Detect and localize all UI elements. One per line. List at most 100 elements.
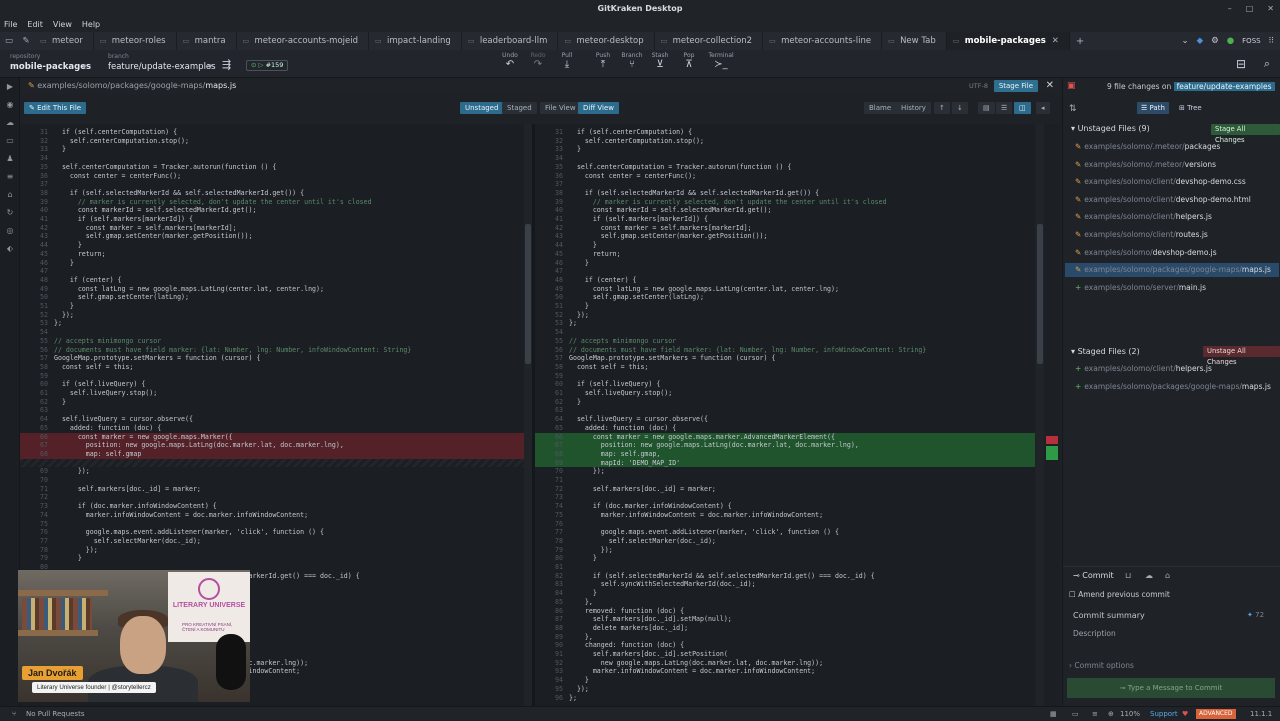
unstaged-toggle[interactable]: Unstaged: [460, 102, 504, 114]
support-link[interactable]: Support: [1150, 707, 1178, 721]
user-icon[interactable]: ♟: [5, 154, 15, 164]
code-line[interactable]: 44 }: [535, 241, 1035, 250]
code-line[interactable]: 41 if (self.markers[markerId]) {: [20, 215, 524, 224]
code-line[interactable]: 33 }: [535, 145, 1035, 154]
commit-icon-2[interactable]: ☁: [1145, 571, 1153, 580]
code-line[interactable]: 72: [20, 493, 524, 502]
tools-icon[interactable]: ✎: [18, 36, 34, 46]
commit-button[interactable]: ⊸ Type a Message to Commit: [1067, 678, 1275, 698]
commit-icon-3[interactable]: ⌂: [1165, 571, 1170, 580]
code-line[interactable]: [20, 458, 524, 468]
diff-right-pane[interactable]: 31 if (self.centerComputation) {32 self.…: [535, 124, 1035, 706]
code-line[interactable]: 41 if (self.markers[markerId]) {: [535, 215, 1035, 224]
maximize-button[interactable]: □: [1246, 0, 1254, 18]
code-line[interactable]: 33 }: [20, 145, 524, 154]
code-line[interactable]: 51 }: [535, 302, 1035, 311]
code-line[interactable]: 64 self.liveQuery = cursor.observe({: [535, 415, 1035, 424]
push-button[interactable]: Push ⤒: [589, 52, 617, 71]
code-line[interactable]: 36 const center = centerFunc();: [535, 172, 1035, 181]
code-line[interactable]: 63: [535, 406, 1035, 415]
unstaged-file-item[interactable]: ✎ examples/solomo/devshop-demo.js: [1075, 248, 1217, 257]
code-line[interactable]: 43 self.gmap.setCenter(marker.getPositio…: [535, 232, 1035, 241]
code-line[interactable]: 93 marker.infoWindowContent = doc.marker…: [535, 667, 1035, 676]
next-change-icon[interactable]: ↓: [952, 102, 968, 114]
code-line[interactable]: 48 if (center) {: [20, 276, 524, 285]
code-line[interactable]: 71: [535, 476, 1035, 485]
added-code-line[interactable]: 66 const marker = new google.maps.marker…: [535, 432, 1035, 442]
code-line[interactable]: 77 self.selectMarker(doc._id);: [20, 537, 524, 546]
code-line[interactable]: 73 if (doc.marker.infoWindowContent) {: [20, 502, 524, 511]
close-window-button[interactable]: ✕: [1267, 0, 1274, 18]
tab-impact-landing[interactable]: ▭ impact-landing: [369, 32, 462, 50]
code-line[interactable]: 75: [20, 520, 524, 529]
code-line[interactable]: 55 // accepts minimongo cursor: [20, 337, 524, 346]
terminal-button[interactable]: Terminal ≻_: [707, 52, 735, 71]
code-line[interactable]: 86 removed: function (doc) {: [535, 607, 1035, 616]
code-line[interactable]: 43 self.gmap.setCenter(marker.getPositio…: [20, 232, 524, 241]
code-line[interactable]: 46 }: [535, 259, 1035, 268]
code-line[interactable]: 81: [535, 563, 1035, 572]
branch-button[interactable]: Branch ⑂: [618, 52, 646, 71]
code-line[interactable]: 76 google.maps.event.addListener(marker,…: [20, 528, 524, 537]
code-line[interactable]: 47: [20, 267, 524, 276]
stash-button[interactable]: Stash ⊻: [646, 52, 674, 71]
layers-icon[interactable]: ≡: [1092, 707, 1098, 721]
code-line[interactable]: 45 return;: [20, 250, 524, 259]
code-line[interactable]: 54: [535, 328, 1035, 337]
branch-actions-icon[interactable]: ⇶: [222, 58, 231, 71]
commit-summary-input[interactable]: Commit summary: [1073, 611, 1145, 620]
code-line[interactable]: 50 self.gmap.setCenter(latLng);: [535, 293, 1035, 302]
code-line[interactable]: 35 self.centerComputation = Tracker.auto…: [20, 163, 524, 172]
code-line[interactable]: 39 // marker is currently selected, don'…: [20, 198, 524, 207]
folder-icon[interactable]: ▭: [0, 36, 18, 46]
code-line[interactable]: 37: [535, 180, 1035, 189]
org-name[interactable]: FOSS: [1242, 32, 1260, 50]
code-line[interactable]: 42 const marker = self.markers[markerId]…: [20, 224, 524, 233]
code-line[interactable]: 61 self.liveQuery.stop();: [535, 389, 1035, 398]
code-line[interactable]: 51 }: [20, 302, 524, 311]
code-line[interactable]: 40 const markerId = self.selectedMarkerI…: [535, 206, 1035, 215]
left-scrollbar[interactable]: [524, 124, 532, 706]
history-button[interactable]: History: [896, 102, 931, 114]
code-line[interactable]: 61 self.liveQuery.stop();: [20, 389, 524, 398]
unstage-all-button[interactable]: Unstage All Changes: [1203, 346, 1280, 366]
code-line[interactable]: 56 // documents must have field marker: {…: [535, 346, 1035, 355]
stack-icon[interactable]: ≡: [5, 172, 15, 182]
staged-file-item[interactable]: + examples/solomo/packages/google-maps/ma…: [1075, 382, 1271, 391]
fullscreen-icon[interactable]: ◂: [1036, 102, 1050, 114]
code-line[interactable]: 52 });: [20, 311, 524, 320]
code-line[interactable]: 76: [535, 520, 1035, 529]
pull-requests-status[interactable]: No Pull Requests: [26, 707, 84, 721]
code-line[interactable]: 82 if (self.selectedMarkerId && self.sel…: [535, 572, 1035, 581]
right-scroll-thumb[interactable]: [1037, 224, 1043, 364]
code-line[interactable]: 90 changed: function (doc) {: [535, 641, 1035, 650]
code-line[interactable]: 79 }: [20, 554, 524, 563]
deleted-code-line[interactable]: 66 const marker = new google.maps.Marker…: [20, 432, 524, 442]
code-line[interactable]: 75 marker.infoWindowContent = doc.marker…: [535, 511, 1035, 520]
cloud-icon[interactable]: ☁: [5, 118, 15, 128]
branch-chevron-icon[interactable]: ▾: [208, 62, 212, 72]
tab-meteor-collection2[interactable]: ▭ meteor-collection2: [655, 32, 764, 50]
tab-meteor[interactable]: ▭ meteor: [34, 32, 94, 50]
stage-all-button[interactable]: Stage All Changes: [1211, 124, 1280, 144]
view-options-icon[interactable]: ⇅: [1069, 104, 1077, 114]
inline-view-icon[interactable]: ▤: [978, 102, 995, 114]
code-line[interactable]: 53};: [535, 319, 1035, 328]
code-line[interactable]: 65 added: function (doc) {: [535, 424, 1035, 433]
code-line[interactable]: 77 google.maps.event.addListener(marker,…: [535, 528, 1035, 537]
encoding-label[interactable]: UTF-8: [969, 78, 988, 94]
code-line[interactable]: 34: [20, 154, 524, 163]
file-view-toggle[interactable]: File View: [540, 102, 581, 114]
terminal-status-icon[interactable]: ▭: [1072, 707, 1079, 721]
unstaged-file-item[interactable]: ✎ examples/solomo/client/devshop-demo.css: [1075, 177, 1246, 186]
pin-icon[interactable]: ⬖: [5, 244, 15, 254]
code-line[interactable]: 52 });: [535, 311, 1035, 320]
code-line[interactable]: 60 if (self.liveQuery) {: [535, 380, 1035, 389]
layout-grid-icon[interactable]: ▦: [1050, 707, 1057, 721]
path-view-toggle[interactable]: ☰ Path: [1137, 102, 1169, 114]
commit-description-input[interactable]: Description: [1073, 629, 1116, 638]
code-line[interactable]: 39 // marker is currently selected, don'…: [535, 198, 1035, 207]
staged-section-title[interactable]: ▾ Staged Files (2): [1071, 347, 1140, 356]
commit-tab[interactable]: ⊸ Commit: [1073, 571, 1114, 580]
code-line[interactable]: 88 delete markers[doc._id];: [535, 624, 1035, 633]
